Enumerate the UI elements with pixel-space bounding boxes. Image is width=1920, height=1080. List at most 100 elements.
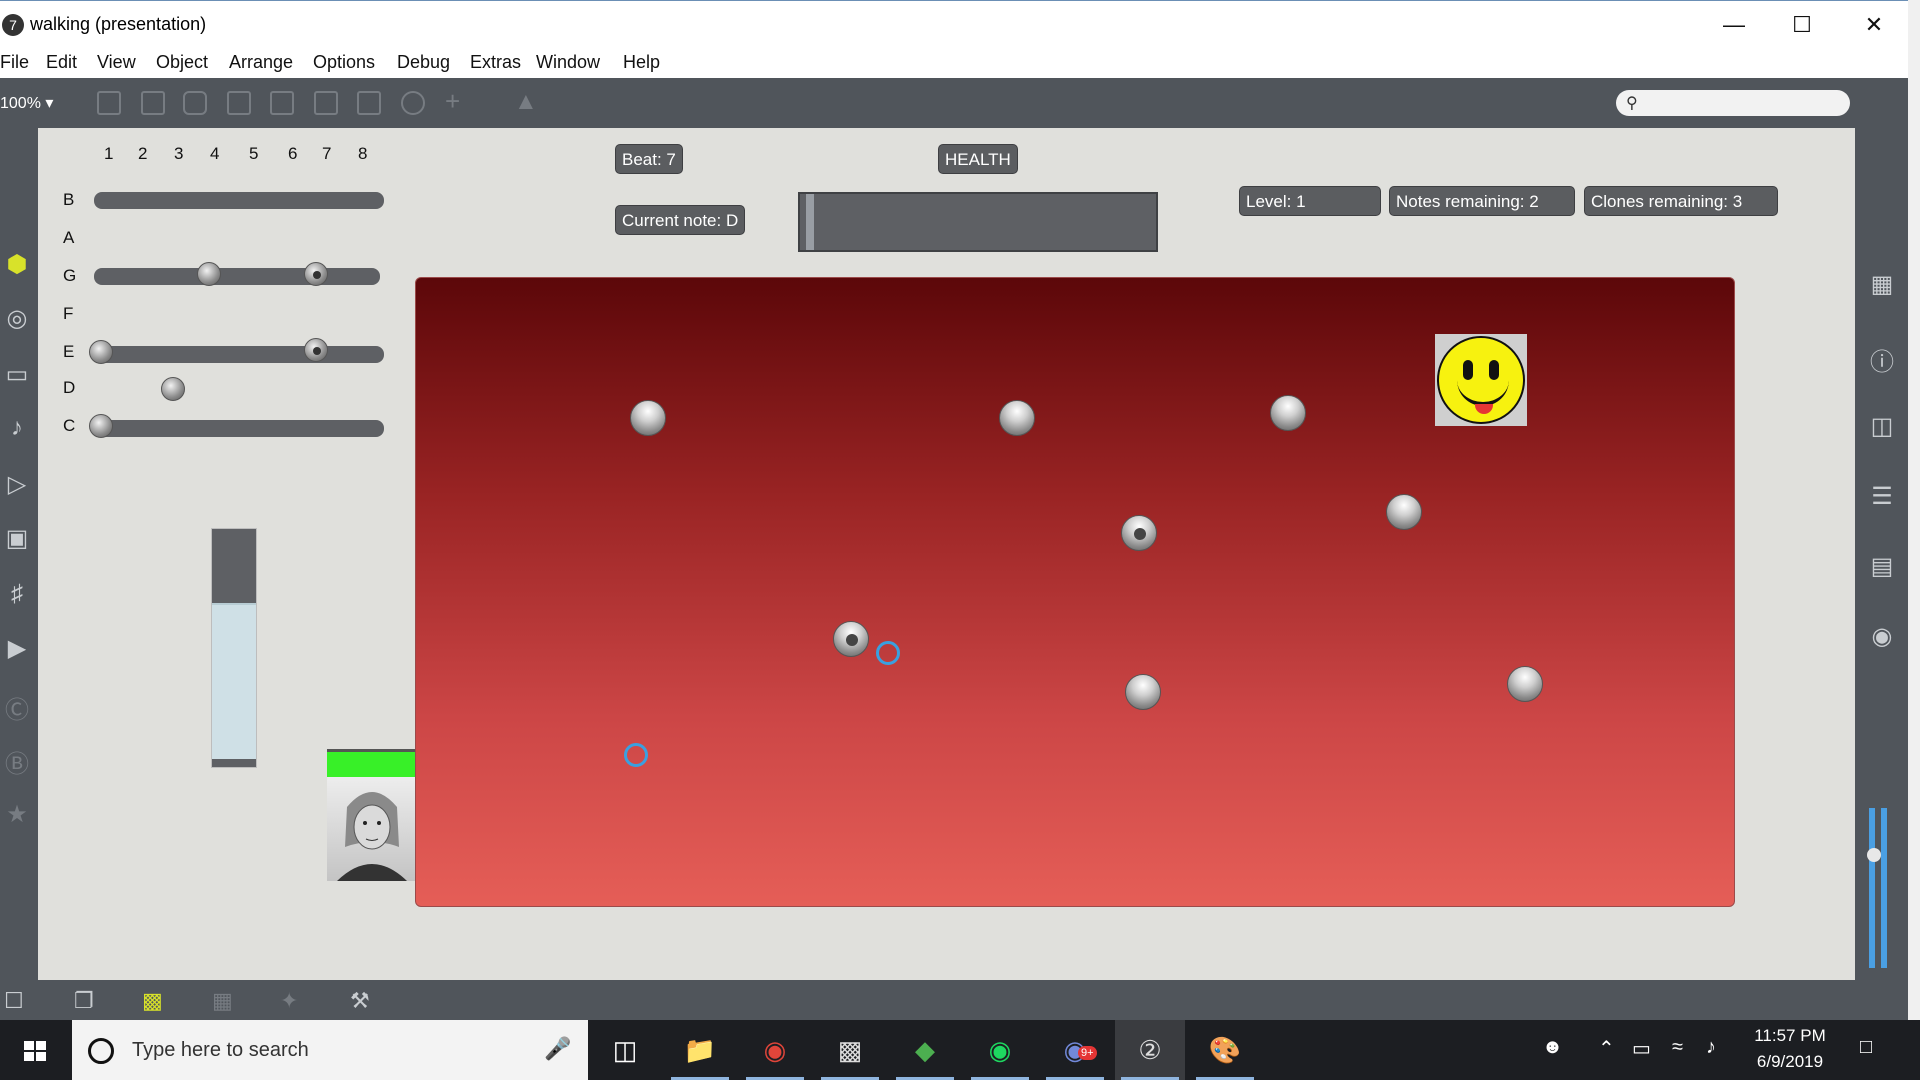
note-track-c[interactable] bbox=[94, 420, 384, 437]
presentation-icon[interactable]: ▩ bbox=[142, 988, 163, 1014]
status-bar: ☐ ❐ ▩ ▦ ✦ ⚒ bbox=[0, 980, 1908, 1020]
skip-icon[interactable]: ▷ bbox=[2, 470, 32, 499]
smiley-mouth bbox=[1457, 374, 1509, 406]
note-ball bbox=[1270, 395, 1306, 431]
menu-object[interactable]: Object bbox=[156, 52, 208, 73]
note-track-e[interactable] bbox=[94, 346, 384, 363]
button-icon[interactable] bbox=[270, 91, 294, 115]
volume-slider-knob[interactable] bbox=[1867, 848, 1881, 862]
spotify-icon[interactable]: ◉ bbox=[965, 1020, 1035, 1080]
game-area[interactable] bbox=[415, 277, 1735, 907]
target-icon[interactable]: ◎ bbox=[2, 304, 32, 333]
column-number: 6 bbox=[288, 144, 298, 163]
menu-debug[interactable]: Debug bbox=[397, 52, 450, 73]
maximize-button[interactable]: ☐ bbox=[1774, 9, 1830, 41]
v-icon[interactable]: Ⓒ bbox=[2, 690, 32, 725]
window-scrollbar[interactable] bbox=[1908, 0, 1920, 1020]
toggle-x-icon[interactable] bbox=[227, 91, 251, 115]
microphone-icon[interactable]: 🎤 bbox=[544, 1036, 571, 1062]
snap-icon[interactable]: ✦ bbox=[280, 988, 298, 1014]
discord-icon[interactable]: ◉ 9+ bbox=[1040, 1020, 1110, 1080]
panel-icon[interactable] bbox=[97, 91, 121, 115]
left-sidebar: ⬢ ◎ ▭ ♪ ▷ ▣ ♯ ▶ Ⓒ Ⓑ ★ bbox=[0, 128, 38, 980]
camera-icon[interactable]: ◉ bbox=[1867, 622, 1897, 651]
paint-icon[interactable]: 🎨 bbox=[1190, 1020, 1260, 1080]
chevron-up-icon[interactable]: ⌃ bbox=[1598, 1036, 1615, 1061]
menu-file[interactable]: File bbox=[0, 52, 29, 73]
note-track-g[interactable] bbox=[94, 268, 380, 285]
menu-extras[interactable]: Extras bbox=[470, 52, 521, 73]
start-button[interactable] bbox=[0, 1020, 70, 1080]
task-view-icon[interactable]: ◫ bbox=[590, 1020, 660, 1080]
menu-edit[interactable]: Edit bbox=[46, 52, 77, 73]
plus-icon[interactable]: + bbox=[445, 86, 460, 117]
dial-icon[interactable] bbox=[401, 91, 425, 115]
battery-icon[interactable]: ▭ bbox=[1632, 1036, 1651, 1061]
music-note-icon[interactable]: ♪ bbox=[2, 414, 32, 442]
vertical-level-meter[interactable] bbox=[211, 528, 257, 768]
clock-time[interactable]: 11:57 PM bbox=[1740, 1026, 1840, 1046]
note-label-g: G bbox=[63, 266, 77, 285]
lock-icon[interactable]: ☐ bbox=[4, 988, 24, 1014]
menu-view[interactable]: View bbox=[97, 52, 136, 73]
zoom-dropdown[interactable]: 100% ▾ bbox=[0, 93, 53, 113]
comment-icon[interactable] bbox=[183, 91, 207, 115]
taskbar-search[interactable]: Type here to search 🎤 bbox=[72, 1020, 588, 1080]
note-knob[interactable] bbox=[89, 414, 113, 438]
note-knob[interactable] bbox=[89, 340, 113, 364]
note-track-b[interactable] bbox=[94, 192, 384, 209]
people-icon[interactable]: ☻ bbox=[1542, 1036, 1563, 1059]
menu-bar: File Edit View Object Arrange Options De… bbox=[0, 48, 1908, 78]
keyboard-icon[interactable]: ▦ bbox=[1867, 270, 1897, 299]
clones-remaining-label: Clones remaining: 3 bbox=[1584, 186, 1778, 216]
clone-portrait bbox=[327, 749, 417, 881]
star-icon[interactable]: ★ bbox=[2, 800, 32, 829]
grid-icon[interactable]: ▦ bbox=[212, 988, 233, 1014]
minimize-button[interactable]: — bbox=[1706, 9, 1762, 41]
menu-help[interactable]: Help bbox=[623, 52, 660, 73]
column-number: 7 bbox=[322, 144, 332, 163]
book-icon[interactable]: ▤ bbox=[1867, 552, 1897, 581]
volume-icon[interactable]: ♪ bbox=[1706, 1036, 1716, 1059]
message-icon[interactable] bbox=[141, 91, 165, 115]
menu-window[interactable]: Window bbox=[536, 52, 600, 73]
info-icon[interactable]: ⓘ bbox=[1867, 342, 1897, 377]
b-icon[interactable]: Ⓑ bbox=[2, 744, 32, 779]
terminal-icon[interactable]: ▩ bbox=[815, 1020, 885, 1080]
app-7-icon[interactable]: ② bbox=[1115, 1020, 1185, 1080]
menu-options[interactable]: Options bbox=[313, 52, 375, 73]
windows-icon[interactable]: ❐ bbox=[74, 988, 94, 1014]
columns-icon[interactable]: ◫ bbox=[1867, 412, 1897, 441]
note-ball bbox=[1125, 674, 1161, 710]
menu-arrange[interactable]: Arrange bbox=[229, 52, 293, 73]
image-icon[interactable]: ▣ bbox=[2, 524, 32, 553]
note-knob[interactable] bbox=[304, 338, 328, 362]
clock-date[interactable]: 6/9/2019 bbox=[1740, 1052, 1840, 1072]
note-knob[interactable] bbox=[197, 262, 221, 286]
search-input[interactable]: ⚲ bbox=[1616, 90, 1850, 116]
column-number: 2 bbox=[138, 144, 148, 163]
chrome-icon[interactable]: ◉ bbox=[740, 1020, 810, 1080]
close-button[interactable]: ✕ bbox=[1846, 9, 1902, 41]
smiley-face bbox=[1437, 336, 1525, 424]
note-knob[interactable] bbox=[304, 262, 328, 286]
file-explorer-icon[interactable]: 📁 bbox=[665, 1020, 735, 1080]
wifi-icon[interactable]: ≈ bbox=[1672, 1036, 1683, 1059]
plugin-icon[interactable]: ▶ bbox=[2, 634, 32, 663]
slider-icon[interactable] bbox=[357, 91, 381, 115]
list-icon[interactable]: ☰ bbox=[1867, 482, 1897, 511]
cube-icon[interactable]: ⬢ bbox=[2, 250, 32, 279]
map-app-icon[interactable]: ◆ bbox=[890, 1020, 960, 1080]
smiley-player[interactable] bbox=[1435, 334, 1527, 426]
play-icon[interactable] bbox=[314, 91, 338, 115]
film-icon[interactable]: ▭ bbox=[2, 360, 32, 389]
paperclip-icon[interactable]: ♯ bbox=[2, 580, 32, 608]
note-label-f: F bbox=[63, 304, 74, 323]
paint-bucket-icon[interactable]: ▲ bbox=[514, 88, 538, 116]
note-ball bbox=[1121, 515, 1157, 551]
notifications-icon[interactable]: □ bbox=[1860, 1036, 1872, 1059]
wrench-icon[interactable]: ⚒ bbox=[350, 988, 370, 1014]
notes-remaining-label: Notes remaining: 2 bbox=[1389, 186, 1575, 216]
note-label-b: B bbox=[63, 190, 75, 209]
note-knob[interactable] bbox=[161, 377, 185, 401]
